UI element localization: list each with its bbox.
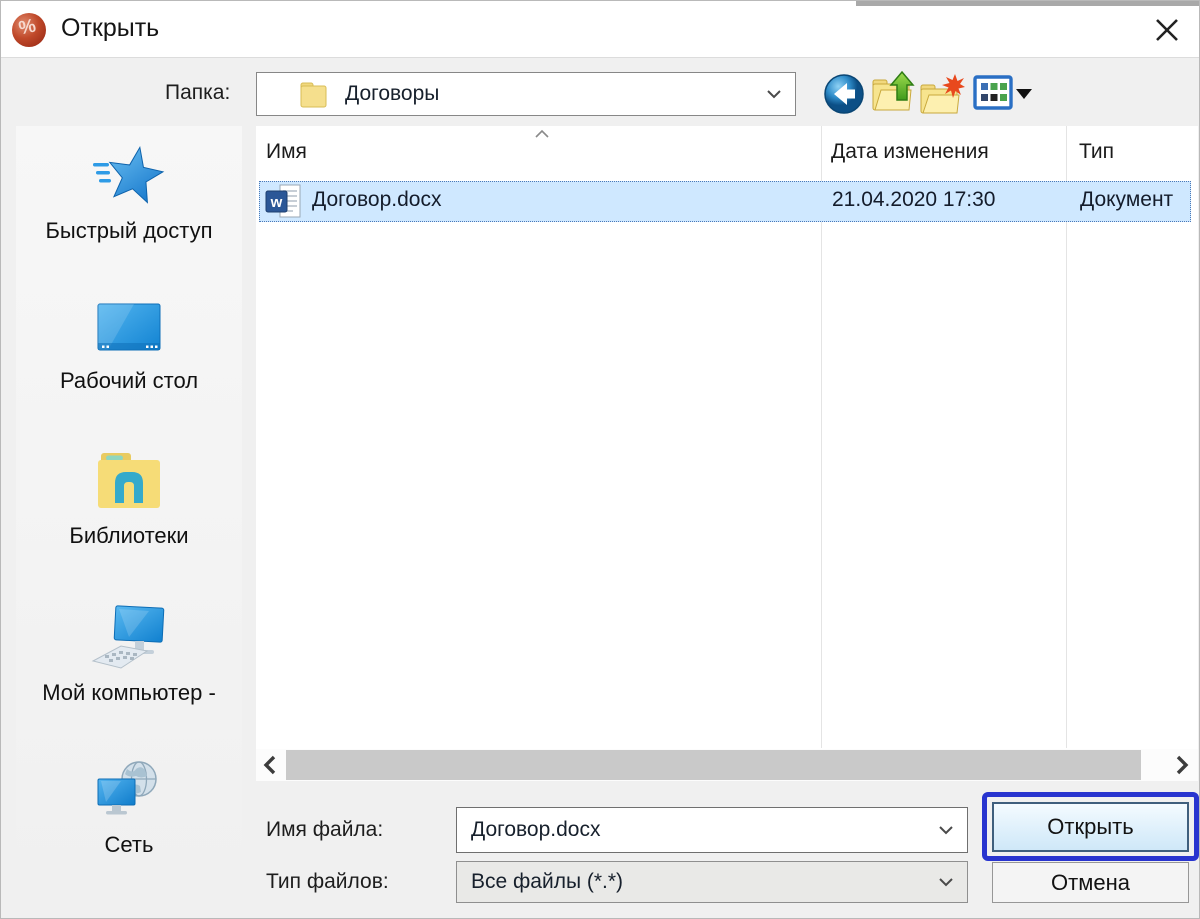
column-header-type[interactable]: Тип [1079, 140, 1114, 164]
sidebar-item-label: Мой компьютер - [16, 680, 242, 706]
horizontal-scrollbar[interactable] [256, 749, 1198, 781]
sidebar-item-network[interactable]: Сеть [16, 759, 242, 858]
up-folder-icon [871, 70, 917, 116]
word-doc-icon: w [265, 183, 305, 221]
scroll-right-button[interactable] [1170, 753, 1194, 777]
new-folder-icon [919, 73, 965, 115]
file-name-combobox[interactable]: Договор.docx [456, 807, 968, 853]
column-header-date-modified[interactable]: Дата изменения [831, 140, 989, 164]
chevron-down-icon [938, 825, 954, 835]
svg-text:w: w [270, 194, 283, 211]
view-menu-dropdown[interactable] [1015, 87, 1033, 105]
file-type-combobox-value: Все файлы (*.*) [471, 870, 623, 894]
network-icon [93, 759, 165, 827]
computer-icon [91, 605, 167, 673]
sidebar-item-label: Быстрый доступ [16, 218, 242, 244]
file-list[interactable]: Имя Дата изменения Тип w Договор.docx 21… [256, 126, 1198, 781]
quick-access-icon [91, 141, 167, 209]
scroll-left-button[interactable] [258, 753, 282, 777]
chevron-down-icon [766, 89, 782, 99]
back-icon [823, 73, 865, 115]
sort-ascending-icon [534, 129, 550, 139]
desktop-icon [94, 296, 164, 364]
chevron-down-icon [938, 877, 954, 887]
sidebar-item-label: Библиотеки [16, 523, 242, 549]
folder-combobox-value: Договоры [345, 82, 439, 106]
view-menu-icon [973, 75, 1013, 111]
folder-icon [299, 79, 329, 111]
close-button[interactable] [1147, 12, 1187, 48]
sidebar-item-desktop[interactable]: Рабочий стол [16, 296, 242, 394]
close-icon [1154, 17, 1180, 43]
chevron-right-icon [1175, 755, 1189, 775]
app-icon: % [12, 13, 46, 47]
sidebar-item-quick-access[interactable]: Быстрый доступ [16, 141, 242, 244]
cancel-button[interactable]: Отмена [992, 862, 1189, 903]
sidebar-item-computer[interactable]: Мой компьютер - [16, 605, 242, 706]
dropdown-arrow-icon [1015, 88, 1033, 100]
file-row-selected[interactable]: w Договор.docx 21.04.2020 17:30 Документ [259, 181, 1191, 222]
scrollbar-thumb[interactable] [286, 750, 1141, 780]
folder-combobox[interactable]: Договоры [256, 72, 796, 116]
window-title: Открыть [61, 14, 159, 43]
column-header-name[interactable]: Имя [266, 140, 307, 164]
file-type-combobox[interactable]: Все файлы (*.*) [456, 861, 968, 903]
view-menu-button[interactable] [973, 75, 1013, 116]
background-window-edge [856, 1, 1200, 6]
back-button[interactable] [823, 73, 865, 120]
file-name-combobox-value: Договор.docx [471, 818, 601, 842]
file-name: Договор.docx [312, 188, 442, 212]
open-button[interactable]: Открыть [992, 802, 1189, 852]
sidebar-item-label: Рабочий стол [16, 368, 242, 394]
chevron-left-icon [263, 755, 277, 775]
places-sidebar: Быстрый доступ Рабочий стол [16, 126, 242, 906]
file-type-label: Тип файлов: [266, 870, 389, 894]
file-type: Документ [1080, 188, 1173, 212]
create-new-folder-button[interactable] [919, 73, 965, 120]
sidebar-item-label: Сеть [16, 832, 242, 858]
file-date-modified: 21.04.2020 17:30 [832, 188, 996, 212]
file-name-label: Имя файла: [266, 818, 383, 842]
up-one-level-button[interactable] [871, 70, 917, 121]
sidebar-item-libraries[interactable]: Библиотеки [16, 451, 242, 549]
titlebar[interactable]: % Открыть [1, 1, 1200, 58]
libraries-icon [93, 451, 165, 519]
folder-label: Папка: [165, 81, 230, 105]
open-file-dialog: % Открыть Папка: Договоры [0, 0, 1200, 919]
